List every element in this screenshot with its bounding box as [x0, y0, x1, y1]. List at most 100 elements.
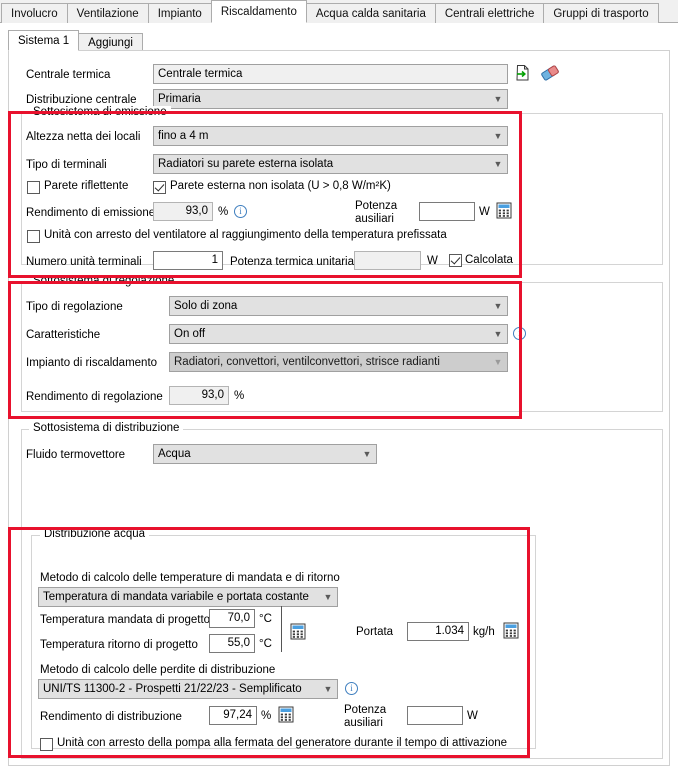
potenza-ausiliari-distribuzione-field[interactable] [407, 706, 463, 725]
metodo-temperature-label: Metodo di calcolo delle temperature di m… [40, 572, 340, 584]
unita-arresto-pompa-checkbox[interactable] [40, 738, 53, 751]
calculator-icon[interactable] [496, 202, 512, 219]
tab-acqua-calda-sanitaria[interactable]: Acqua calda sanitaria [305, 3, 436, 23]
potenza-ausiliari-label-line1: Potenza [355, 200, 398, 212]
info-icon[interactable]: i [513, 327, 526, 340]
info-icon[interactable]: i [345, 682, 358, 695]
water-distribution-caption: Distribuzione acqua [40, 528, 150, 540]
tab-label: Involucro [11, 8, 58, 20]
numero-unita-terminali-label: Numero unità terminali [26, 256, 142, 268]
centrale-termica-field[interactable]: Centrale termica [153, 64, 508, 84]
potenza-termica-unitaria-unit: W [427, 255, 438, 267]
caratteristiche-select[interactable]: On off ▼ [169, 324, 508, 344]
tab-label: Gruppi di trasporto [553, 8, 649, 20]
temperatura-mandata-field[interactable]: 70,0 [209, 609, 255, 628]
heating-system-panel: Centrale termica Centrale termica Distri… [8, 50, 670, 766]
rendimento-regolazione-label: Rendimento di regolazione [26, 391, 163, 403]
parete-riflettente-checkbox[interactable] [27, 181, 40, 194]
tipo-regolazione-select[interactable]: Solo di zona ▼ [169, 296, 508, 316]
distribution-subsystem-caption: Sottosistema di distribuzione [29, 422, 184, 434]
calcolata-label: Calcolata [465, 254, 513, 266]
unita-arresto-ventilatore-checkbox[interactable] [27, 230, 40, 243]
tab-label: Riscaldamento [220, 6, 297, 18]
tab-ventilazione[interactable]: Ventilazione [66, 3, 149, 23]
altezza-locali-value: fino a 4 m [158, 130, 209, 142]
potenza-termica-unitaria-field[interactable] [354, 251, 421, 270]
section-divider [281, 606, 282, 652]
tipo-regolazione-value: Solo di zona [174, 300, 238, 312]
rendimento-emissione-unit: % [218, 206, 229, 218]
chevron-down-icon: ▼ [323, 592, 333, 602]
metodo-temperature-select[interactable]: Temperatura di mandata variabile e porta… [38, 587, 338, 607]
calculator-icon[interactable] [290, 623, 306, 640]
tab-centrali-elettriche[interactable]: Centrali elettriche [434, 3, 545, 23]
subtab-sistema-1[interactable]: Sistema 1 [8, 30, 80, 51]
impianto-riscaldamento-label: Impianto di riscaldamento [26, 357, 158, 369]
tab-riscaldamento[interactable]: Riscaldamento [210, 0, 307, 23]
distribuzione-centrale-value: Primaria [158, 93, 201, 105]
potenza-ausiliari-dist-label-line1: Potenza [344, 704, 387, 716]
system-tabstrip: Sistema 1 Aggiungi [8, 30, 670, 51]
temperatura-ritorno-unit: °C [259, 638, 272, 650]
parete-esterna-non-isolata-label: Parete esterna non isolata (U > 0,8 W/m²… [170, 180, 391, 192]
calcolata-checkbox[interactable] [449, 254, 462, 267]
export-document-icon[interactable] [514, 64, 532, 82]
potenza-ausiliari-unit: W [479, 206, 490, 218]
tab-label: Acqua calda sanitaria [315, 8, 426, 20]
subtab-label: Aggiungi [88, 37, 133, 49]
centrale-termica-label: Centrale termica [26, 69, 111, 81]
calculator-icon[interactable] [278, 706, 294, 723]
eraser-icon[interactable] [539, 63, 561, 83]
main-tabstrip: Involucro Ventilazione Impianto Riscalda… [0, 0, 678, 23]
chevron-down-icon: ▼ [493, 94, 503, 104]
portata-label: Portata [356, 626, 394, 638]
metodo-temperature-value: Temperatura di mandata variabile e porta… [43, 591, 309, 603]
tipo-terminali-value: Radiatori su parete esterna isolata [158, 158, 334, 170]
fluido-termovettore-select[interactable]: Acqua ▼ [153, 444, 377, 464]
caratteristiche-value: On off [174, 328, 206, 340]
impianto-riscaldamento-select: Radiatori, convettori, ventilconvettori,… [169, 352, 508, 372]
distribuzione-centrale-label: Distribuzione centrale [26, 94, 137, 106]
rendimento-distribuzione-field[interactable]: 97,24 [209, 706, 257, 725]
temperatura-ritorno-label: Temperatura ritorno di progetto [40, 639, 198, 651]
rendimento-regolazione-unit: % [234, 390, 245, 402]
info-icon[interactable]: i [234, 205, 247, 218]
rendimento-emissione-label: Rendimento di emissione [26, 207, 156, 219]
unita-arresto-ventilatore-label: Unità con arresto del ventilatore al rag… [44, 229, 447, 241]
rendimento-distribuzione-label: Rendimento di distribuzione [40, 711, 182, 723]
chevron-down-icon: ▼ [493, 131, 503, 141]
rendimento-emissione-field[interactable]: 93,0 [153, 202, 213, 221]
temperatura-ritorno-field[interactable]: 55,0 [209, 634, 255, 653]
subtab-label: Sistema 1 [18, 35, 70, 47]
impianto-riscaldamento-value: Radiatori, convettori, ventilconvettori,… [174, 356, 440, 368]
calculator-icon[interactable] [503, 622, 519, 639]
portata-field[interactable]: 1.034 [407, 622, 469, 641]
tab-gruppi-di-trasporto[interactable]: Gruppi di trasporto [543, 3, 659, 23]
tipo-terminali-select[interactable]: Radiatori su parete esterna isolata ▼ [153, 154, 508, 174]
tab-involucro[interactable]: Involucro [1, 3, 68, 23]
tipo-regolazione-label: Tipo di regolazione [26, 301, 123, 313]
potenza-ausiliari-emissione-field[interactable] [419, 202, 475, 221]
rendimento-regolazione-field[interactable]: 93,0 [169, 386, 229, 405]
rendimento-distribuzione-unit: % [261, 710, 272, 722]
potenza-ausiliari-dist-label-line2: ausiliari [344, 717, 383, 729]
potenza-ausiliari-label-line2: ausiliari [355, 213, 394, 225]
parete-riflettente-label: Parete riflettente [44, 180, 129, 192]
subtab-aggiungi[interactable]: Aggiungi [78, 33, 143, 51]
metodo-perdite-select[interactable]: UNI/TS 11300-2 - Prospetti 21/22/23 - Se… [38, 679, 338, 699]
tab-label: Ventilazione [76, 8, 139, 20]
caratteristiche-label: Caratteristiche [26, 329, 101, 341]
tab-label: Centrali elettriche [444, 8, 535, 20]
emission-subsystem-caption: Sottosistema di emissione [29, 106, 171, 118]
altezza-locali-select[interactable]: fino a 4 m ▼ [153, 126, 508, 146]
potenza-termica-unitaria-label: Potenza termica unitaria [230, 256, 355, 268]
tab-label: Impianto [157, 8, 202, 20]
portata-unit: kg/h [473, 626, 495, 638]
parete-esterna-non-isolata-checkbox[interactable] [153, 181, 166, 194]
numero-unita-terminali-field[interactable]: 1 [153, 251, 223, 270]
tab-impianto[interactable]: Impianto [147, 3, 212, 23]
chevron-down-icon: ▼ [493, 159, 503, 169]
distribuzione-centrale-select[interactable]: Primaria ▼ [153, 89, 508, 109]
chevron-down-icon: ▼ [493, 301, 503, 311]
potenza-ausiliari-dist-unit: W [467, 710, 478, 722]
